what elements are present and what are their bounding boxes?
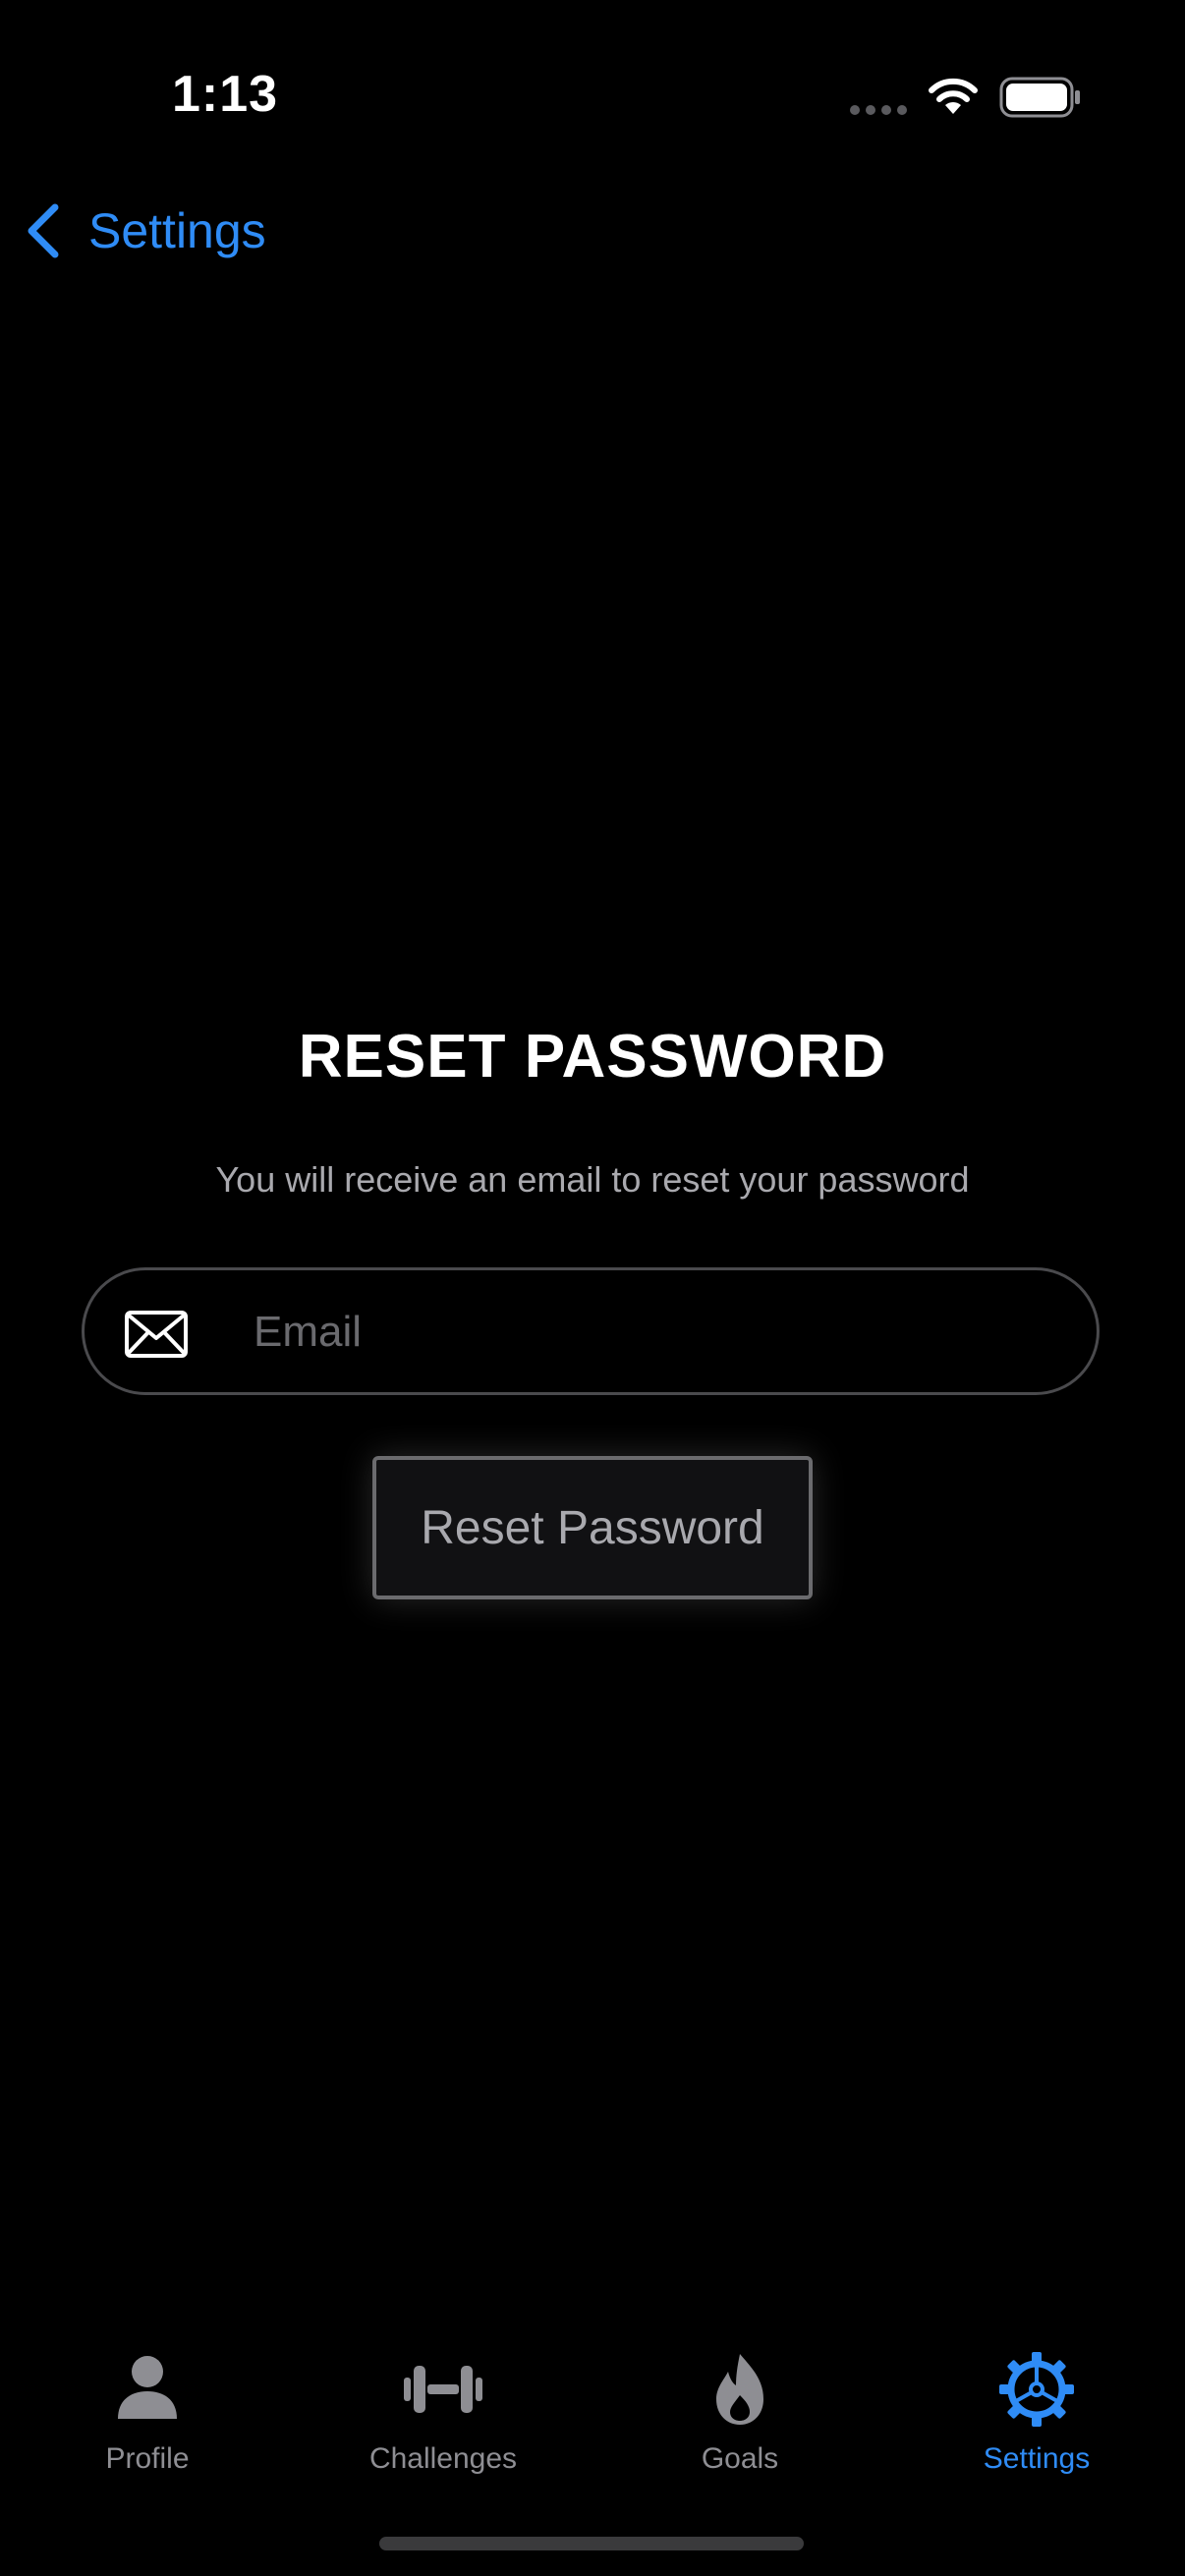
tab-goals[interactable]: Goals bbox=[622, 2328, 858, 2486]
status-bar: 1:13 bbox=[0, 0, 1185, 187]
email-field-container bbox=[82, 1267, 1100, 1395]
battery-icon bbox=[999, 77, 1080, 118]
back-label: Settings bbox=[88, 203, 266, 258]
cellular-signal-icon bbox=[850, 105, 907, 115]
email-input[interactable] bbox=[252, 1270, 1061, 1394]
person-icon bbox=[118, 2356, 177, 2419]
wifi-icon bbox=[929, 78, 978, 114]
gear-icon bbox=[999, 2352, 1074, 2427]
tab-profile[interactable]: Profile bbox=[29, 2328, 265, 2486]
flame-icon bbox=[716, 2354, 763, 2425]
tab-label-settings: Settings bbox=[983, 2442, 1091, 2475]
tab-label-challenges: Challenges bbox=[368, 2442, 518, 2475]
back-button[interactable]: Settings bbox=[22, 195, 266, 267]
status-time: 1:13 bbox=[172, 66, 279, 123]
tab-label-profile: Profile bbox=[105, 2442, 190, 2475]
page-title: RESET PASSWORD bbox=[298, 1023, 887, 1091]
dumbbell-icon bbox=[404, 2366, 482, 2413]
tab-challenges[interactable]: Challenges bbox=[325, 2328, 561, 2486]
tab-label-goals: Goals bbox=[701, 2442, 779, 2475]
envelope-icon bbox=[125, 1311, 188, 1358]
reset-password-button[interactable]: Reset Password bbox=[372, 1456, 813, 1599]
page-subtitle: You will receive an email to reset your … bbox=[215, 1159, 970, 1200]
home-indicator[interactable] bbox=[379, 2537, 804, 2550]
chevron-left-icon bbox=[28, 203, 59, 258]
tab-settings[interactable]: Settings bbox=[919, 2328, 1155, 2486]
tab-bar: Profile Challenges Goals Settings bbox=[0, 2328, 1185, 2486]
